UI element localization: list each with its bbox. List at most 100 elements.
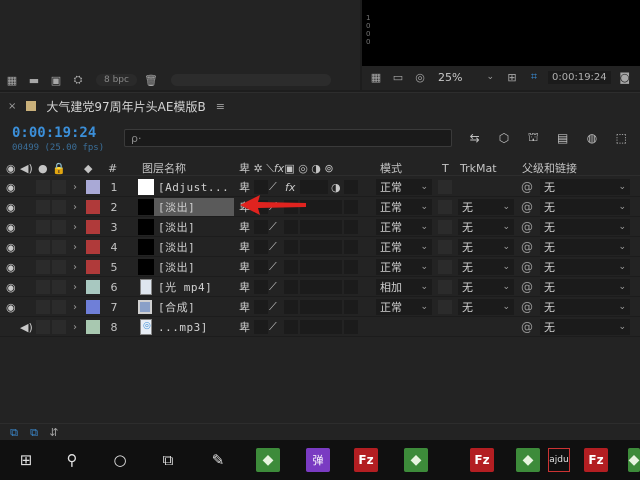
start-button[interactable]: ⊞ <box>14 448 38 472</box>
solo-toggle[interactable] <box>36 220 50 234</box>
quality-switch-icon[interactable]: ⟋ <box>269 257 277 277</box>
parent-dropdown[interactable]: 无 ⌄ <box>540 279 630 295</box>
region-of-interest-icon[interactable]: ⌗ <box>526 70 542 84</box>
collapse-switch[interactable] <box>254 300 268 314</box>
layer-row[interactable]: ◉ › 6 [光 mp4] 卑 ⟋ 相加 ⌄ 无 ⌄ @ 无 ⌄ <box>0 277 640 297</box>
speaker-icon[interactable]: ◀) <box>20 317 33 337</box>
frame-blend-switch[interactable] <box>300 280 314 294</box>
flowchart-icon[interactable]: ⛭ <box>70 73 86 87</box>
parent-pick-whip-icon[interactable]: @ <box>521 237 533 257</box>
comp-flowchart-icon[interactable]: ⇆ <box>467 131 483 145</box>
app-green-4[interactable]: ◆ <box>628 448 640 472</box>
trkmat-dropdown[interactable]: 无 ⌄ <box>458 299 514 315</box>
layer-row[interactable]: ◉ › 3 [淡出] 卑 ⟋ 正常 ⌄ 无 ⌄ @ 无 ⌄ <box>0 217 640 237</box>
eye-icon[interactable]: ◉ <box>6 237 16 257</box>
app-green-1[interactable]: ◆ <box>256 448 280 472</box>
expand-arrow-icon[interactable]: › <box>73 257 77 277</box>
collapse-switch[interactable] <box>254 220 268 234</box>
search-button[interactable]: ⚲ <box>60 448 84 472</box>
composition-canvas[interactable] <box>378 0 640 66</box>
safe-margins-icon[interactable]: ⊞ <box>504 70 520 84</box>
app-danmu[interactable]: 弹 <box>306 448 330 472</box>
blend-mode-dropdown[interactable]: 正常 ⌄ <box>376 259 432 275</box>
quality-switch-icon[interactable]: ⟋ <box>269 277 277 297</box>
trkmat-dropdown[interactable]: 无 ⌄ <box>458 239 514 255</box>
label-color[interactable] <box>86 300 100 314</box>
layer-row[interactable]: ◀) › 8 ◎ ...mp3] 卑 ⟋ @ 无 ⌄ <box>0 317 640 337</box>
timeline-tab[interactable]: × 大气建党97周年片头AE模版B ≡ <box>0 93 640 119</box>
app-filezilla-2[interactable]: Fz <box>470 448 494 472</box>
graph-editor-icon[interactable]: ⬚ <box>613 131 629 145</box>
lock-toggle[interactable] <box>52 260 66 274</box>
collapse-switch[interactable] <box>254 320 268 334</box>
parent-dropdown[interactable]: 无 ⌄ <box>540 179 630 195</box>
zoom-dropdown[interactable]: 25% ⌄ <box>434 69 498 85</box>
lock-toggle[interactable] <box>52 180 66 194</box>
frame-blend-switch[interactable] <box>300 220 314 234</box>
new-folder-icon[interactable]: ▬ <box>26 73 42 87</box>
solo-toggle[interactable] <box>36 240 50 254</box>
layer-name[interactable]: [淡出] <box>158 197 195 217</box>
layer-name-header[interactable]: 图层名称 <box>142 160 186 176</box>
preserve-transparency-toggle[interactable] <box>438 260 452 274</box>
task-view-button[interactable]: ⧉ <box>156 448 180 472</box>
parent-dropdown[interactable]: 无 ⌄ <box>540 219 630 235</box>
shy-switch-icon[interactable]: 卑 <box>239 257 250 277</box>
label-color[interactable] <box>86 280 100 294</box>
lock-toggle[interactable] <box>52 300 66 314</box>
solo-toggle[interactable] <box>36 300 50 314</box>
shy-switch-icon[interactable]: 卑 <box>239 217 250 237</box>
shy-layers-icon[interactable]: ⛫ <box>525 130 541 145</box>
3d-layer-switch[interactable] <box>344 260 358 274</box>
layer-name[interactable]: ...mp3] <box>158 317 208 337</box>
motion-blur-switch[interactable] <box>314 200 328 214</box>
adjustment-switch[interactable] <box>328 220 342 234</box>
layer-name[interactable]: [合成] <box>158 297 195 317</box>
3d-layer-switch[interactable] <box>344 220 358 234</box>
collapse-switch[interactable] <box>254 260 268 274</box>
label-color[interactable] <box>86 260 100 274</box>
motion-blur-switch[interactable] <box>314 240 328 254</box>
frame-blend-switch[interactable] <box>300 260 314 274</box>
effects-switch[interactable] <box>284 260 298 274</box>
parent-dropdown[interactable]: 无 ⌄ <box>540 239 630 255</box>
3d-layer-switch[interactable] <box>344 180 358 194</box>
expand-arrow-icon[interactable]: › <box>73 237 77 257</box>
layer-name[interactable]: [光 mp4] <box>158 277 212 297</box>
layer-name[interactable]: [淡出] <box>158 217 195 237</box>
parent-pick-whip-icon[interactable]: @ <box>521 177 533 197</box>
app-filezilla-1[interactable]: Fz <box>354 448 378 472</box>
expand-arrow-icon[interactable]: › <box>73 317 77 337</box>
parent-pick-whip-icon[interactable]: @ <box>521 297 533 317</box>
collapse-switch[interactable] <box>254 280 268 294</box>
effects-switch[interactable] <box>284 300 298 314</box>
eye-icon[interactable]: ◉ <box>6 197 16 217</box>
trkmat-dropdown[interactable]: 无 ⌄ <box>458 259 514 275</box>
adjustment-switch[interactable] <box>328 260 342 274</box>
blend-mode-dropdown[interactable]: 正常 ⌄ <box>376 239 432 255</box>
shy-switch-icon[interactable]: 卑 <box>239 277 250 297</box>
collapse-switch[interactable] <box>254 240 268 254</box>
parent-dropdown[interactable]: 无 ⌄ <box>540 319 630 335</box>
frame-blend-switch[interactable] <box>300 240 314 254</box>
expand-arrow-icon[interactable]: › <box>73 217 77 237</box>
effects-switch[interactable] <box>284 320 298 334</box>
lock-toggle[interactable] <box>52 320 66 334</box>
quality-switch-icon[interactable]: ⟋ <box>269 297 277 317</box>
motion-blur-switch[interactable] <box>314 320 328 334</box>
collapse-switch[interactable] <box>254 180 268 194</box>
motion-blur-switch[interactable] <box>314 300 328 314</box>
always-preview-icon[interactable]: ▦ <box>368 70 384 84</box>
app-green-2[interactable]: ◆ <box>404 448 428 472</box>
bit-depth-button[interactable]: 8 bpc <box>96 74 137 86</box>
quality-switch-icon[interactable]: ⟋ <box>269 317 277 337</box>
preserve-transparency-toggle[interactable] <box>438 300 452 314</box>
adjustment-switch[interactable] <box>328 300 342 314</box>
label-header-icon[interactable]: ◆ <box>84 160 92 176</box>
3d-layer-switch[interactable] <box>344 280 358 294</box>
label-color[interactable] <box>86 240 100 254</box>
shy-switch-icon[interactable]: 卑 <box>239 297 250 317</box>
expand-arrow-icon[interactable]: › <box>73 177 77 197</box>
trash-icon[interactable]: 🗑 <box>143 73 159 87</box>
layer-row[interactable]: ◉ › 1 [Adjust... 卑 ⟋ fx ◑ 正常 ⌄ @ 无 ⌄ <box>0 177 640 197</box>
